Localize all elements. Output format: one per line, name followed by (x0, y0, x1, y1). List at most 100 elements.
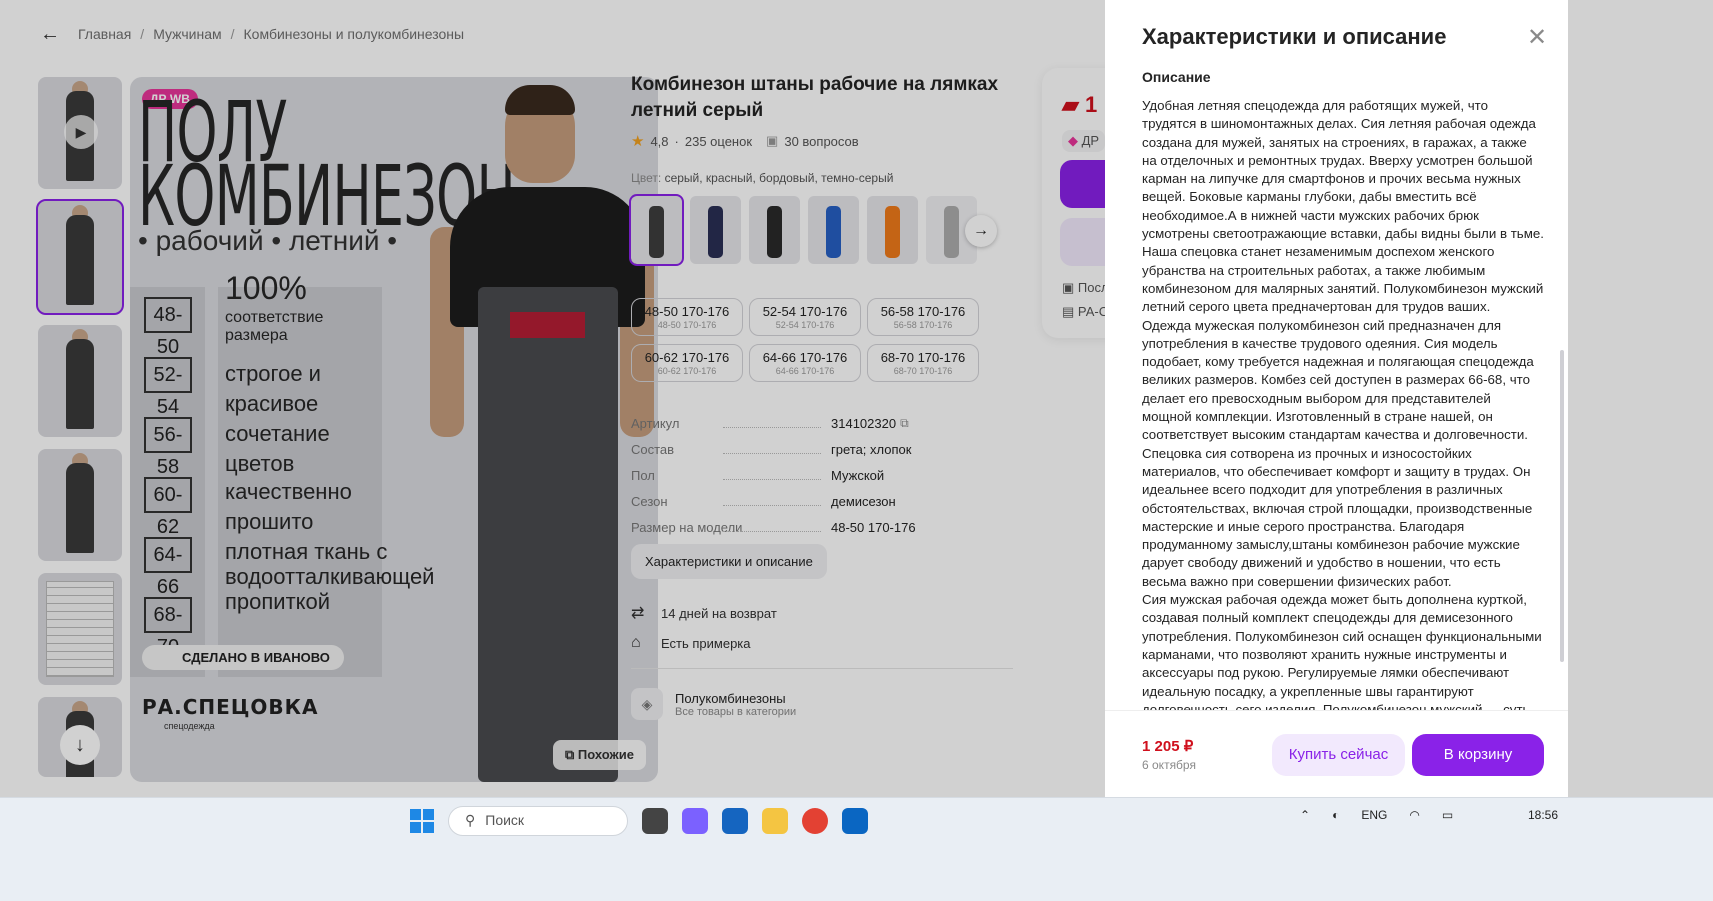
color-variant[interactable] (690, 196, 741, 264)
next-arrow-icon[interactable]: → (965, 215, 997, 247)
color-variant[interactable] (629, 194, 684, 266)
thumbnail[interactable] (38, 325, 122, 437)
breadcrumb-home[interactable]: Главная (78, 26, 131, 42)
made-in-badge: СДЕЛАНО В ИВАНОВО (142, 645, 344, 670)
chevron-up-icon[interactable]: ⌃ (1300, 808, 1310, 822)
thumbnail-size-table[interactable] (38, 573, 122, 685)
spec-key: Пол (631, 468, 831, 483)
spec-row: Сезон демисезон (631, 488, 931, 514)
image-size-label: 64-66 (144, 537, 192, 598)
image-size-label: 68-70 (144, 597, 192, 658)
fitting-row: ⌂ Есть примерка (631, 628, 777, 658)
thumbnail-selected[interactable] (36, 199, 124, 315)
thumbnail-list: ▶ ↓ (36, 77, 124, 789)
spec-key: Артикул (631, 416, 831, 431)
color-variant[interactable] (808, 196, 859, 264)
buy-now-button[interactable]: Купить сейчас (1272, 734, 1405, 776)
spec-value: 314102320 (831, 415, 897, 431)
return-row: ⇄ 14 дней на возврат (631, 598, 777, 628)
footer-price: 1 205 ₽ (1142, 738, 1194, 755)
app-icon[interactable] (642, 808, 668, 834)
panel-title: Характеристики и описание (1142, 24, 1447, 49)
buy-card-price: ▰ 1 (1062, 92, 1097, 118)
model-hair (505, 85, 575, 115)
color-variant[interactable] (867, 196, 918, 264)
size-sublabel: 48-50 170-176 (657, 320, 717, 330)
size-option[interactable]: 52-54 170-176 52-54 170-176 (749, 298, 861, 336)
panel-scrollbar[interactable] (1560, 350, 1564, 662)
folder-icon[interactable] (762, 808, 788, 834)
breadcrumb-category[interactable]: Комбинезоны и полукомбинезоны (244, 26, 465, 42)
size-option[interactable]: 60-62 170-176 60-62 170-176 (631, 344, 743, 382)
color-variant[interactable] (749, 196, 800, 264)
chrome-icon[interactable] (802, 808, 828, 834)
breadcrumb-separator: / (140, 26, 145, 42)
copilot-icon[interactable] (682, 808, 708, 834)
size-option[interactable]: 48-50 170-176 48-50 170-176 (631, 298, 743, 336)
thumbnail-figure (66, 463, 94, 553)
characteristics-panel: Характеристики и описание ✕ Описание Удо… (1105, 0, 1568, 797)
battery-icon[interactable]: ▭ (1442, 808, 1453, 822)
size-sublabel: 52-54 170-176 (775, 320, 835, 330)
buy-card-line-text: РА-С (1077, 304, 1109, 319)
scroll-down-icon[interactable]: ↓ (60, 725, 100, 765)
rating-value: 4,8 (650, 133, 669, 149)
size-label: 68-70 170-176 (880, 350, 966, 365)
taskbar: ⚲ Поиск ⌃ ◐ ENG ◠ ▭ 18:56 (0, 797, 1713, 901)
terminal-icon[interactable] (842, 808, 868, 834)
product-title: Комбинезон штаны рабочие на лямках летни… (631, 74, 999, 121)
size-sublabel: 64-66 170-176 (775, 366, 835, 376)
taskbar-search[interactable]: ⚲ Поиск (448, 806, 628, 836)
size-option[interactable]: 56-58 170-176 56-58 170-176 (867, 298, 979, 336)
description-text: Удобная летняя спецодежда для работящих … (1142, 97, 1544, 710)
rating-row: ★ 4,8 · 235 оценок ▣ 30 вопросов (631, 132, 859, 150)
tray-app-icon[interactable]: ◐ (1332, 808, 1339, 822)
color-info: Цвет: серый, красный, бордовый, темно-се… (631, 171, 893, 185)
spec-row: Размер на модели 48-50 170-176 (631, 514, 931, 540)
thumbnail[interactable]: ↓ (38, 697, 122, 777)
characteristics-button[interactable]: Характеристики и описание (631, 544, 827, 579)
category-link[interactable]: ◈ Полукомбинезоны Все товары в категории (631, 688, 796, 720)
questions-count[interactable]: 30 вопросов (784, 134, 858, 149)
variant-figure (885, 206, 900, 258)
wallet-icon: ▰ (1062, 92, 1086, 117)
back-arrow-icon[interactable]: ← (40, 24, 60, 44)
windows-start-icon[interactable] (410, 809, 434, 833)
star-icon: ★ (631, 133, 645, 150)
size-label: 64-66 170-176 (762, 350, 848, 365)
copy-icon[interactable]: ⧉ (900, 416, 909, 431)
thumbnail-video[interactable]: ▶ (38, 77, 122, 189)
size-sublabel: 68-70 170-176 (893, 366, 953, 376)
size-option[interactable]: 64-66 170-176 64-66 170-176 (749, 344, 861, 382)
taskbar-apps: ⚲ Поиск (410, 806, 868, 836)
rating-separator: · (674, 133, 679, 149)
wifi-icon[interactable]: ◠ (1409, 808, 1419, 822)
similar-button[interactable]: ⧉ Похожие (553, 740, 646, 770)
close-icon[interactable]: ✕ (1527, 26, 1547, 50)
panel-footer: 1 205 ₽ 6 октября Купить сейчас В корзин… (1105, 710, 1568, 797)
image-feature: плотная ткань с водоотталкивающей пропит… (225, 539, 435, 614)
breadcrumb-men[interactable]: Мужчинам (153, 26, 221, 42)
divider (631, 668, 1013, 669)
similar-label: Похожие (577, 747, 634, 762)
thumbnail[interactable] (38, 449, 122, 561)
size-label: 48-50 170-176 (644, 304, 730, 319)
add-to-cart-button[interactable]: В корзину (1412, 734, 1544, 776)
main-product-image[interactable]: ДР WB ПОЛУ КОМБИНЕЗОН • рабочий • летний… (130, 77, 658, 782)
store-icon[interactable] (722, 808, 748, 834)
language-indicator[interactable]: ENG (1361, 808, 1387, 822)
breadcrumb-separator: / (230, 26, 235, 42)
description-paragraph: Одежда мужеская полукомбинезон сий предн… (1142, 317, 1534, 443)
variant-figure (708, 206, 723, 258)
return-icon: ⇄ (631, 605, 645, 622)
model-photo (430, 77, 658, 782)
size-option[interactable]: 68-70 170-176 68-70 170-176 (867, 344, 979, 382)
clock[interactable]: 18:56 (1528, 808, 1558, 822)
system-tray: ⌃ ◐ ENG ◠ ▭ (1300, 808, 1453, 822)
layers-icon: ◈ (631, 688, 663, 720)
reviews-count[interactable]: 235 оценок (685, 134, 752, 149)
spec-value: грета; хлопок (831, 441, 912, 457)
size-sublabel: 60-62 170-176 (657, 366, 717, 376)
box-icon: ▣ (1062, 280, 1078, 295)
taskbar-search-label: Поиск (485, 812, 525, 828)
